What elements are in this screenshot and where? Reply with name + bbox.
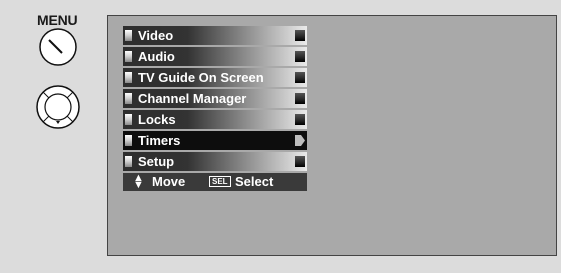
item-bullet-icon (125, 93, 132, 104)
item-bullet-icon (125, 51, 132, 62)
item-bullet-icon (125, 30, 132, 41)
item-bullet-icon (125, 135, 132, 146)
dpad-icon (36, 85, 80, 129)
select-hint-label: Select (235, 174, 274, 189)
item-bullet-icon (125, 72, 132, 83)
menu-item-label: Setup (138, 154, 175, 169)
arrow-right-icon (295, 135, 305, 146)
main-menu: Video Audio TV Guide On Screen Channel M… (123, 26, 307, 191)
move-hint-label: Move (152, 174, 186, 189)
menu-item-label: TV Guide On Screen (138, 70, 264, 85)
remote-buttons (36, 28, 80, 129)
navigation-hint-bar: ▲ ▼ Move SEL Select (123, 173, 307, 191)
item-marker-icon (295, 30, 305, 41)
menu-item-setup[interactable]: Setup (123, 152, 307, 171)
item-marker-icon (295, 51, 305, 62)
item-marker-icon (295, 93, 305, 104)
menu-item-label: Video (138, 28, 174, 43)
menu-item-channel-manager[interactable]: Channel Manager (123, 89, 307, 108)
menu-item-label: Locks (138, 112, 176, 127)
sel-key-badge: SEL (209, 176, 231, 187)
menu-item-video[interactable]: Video (123, 26, 307, 45)
menu-button-icon (39, 28, 77, 66)
menu-item-audio[interactable]: Audio (123, 47, 307, 66)
tv-screen: Video Audio TV Guide On Screen Channel M… (107, 15, 557, 256)
item-bullet-icon (125, 114, 132, 125)
item-marker-icon (295, 72, 305, 83)
menu-item-timers[interactable]: Timers (123, 131, 307, 150)
menu-item-tv-guide[interactable]: TV Guide On Screen (123, 68, 307, 87)
menu-item-label: Channel Manager (138, 91, 247, 106)
menu-item-locks[interactable]: Locks (123, 110, 307, 129)
menu-item-label: Audio (138, 49, 175, 64)
item-bullet-icon (125, 156, 132, 167)
item-marker-icon (295, 114, 305, 125)
up-down-arrows-icon: ▲ ▼ (133, 172, 144, 191)
menu-item-label: Timers (138, 133, 181, 148)
item-marker-icon (295, 156, 305, 167)
